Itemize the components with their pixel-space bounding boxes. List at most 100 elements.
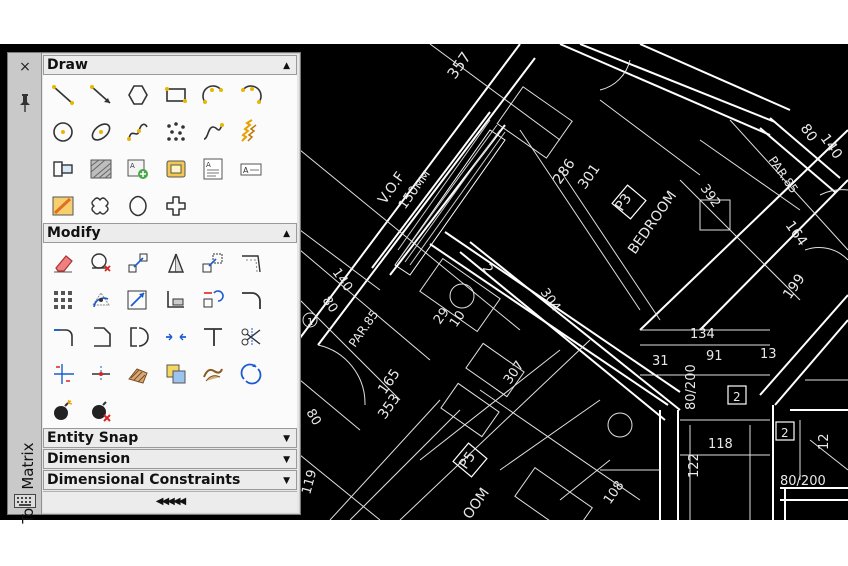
circle-tool-button[interactable] bbox=[47, 116, 79, 148]
block-edit-tool-button[interactable] bbox=[160, 153, 192, 185]
stretch-tool-button[interactable] bbox=[235, 247, 267, 279]
section-dimension-label: Dimension bbox=[47, 451, 131, 467]
collapse-palette-button[interactable]: ◀◀◀◀◀ bbox=[43, 491, 297, 512]
text-tool-button[interactable]: A bbox=[235, 153, 267, 185]
mirror-tool-button[interactable] bbox=[160, 247, 192, 279]
fillet-corner-tool-button[interactable] bbox=[47, 321, 79, 353]
donut-tool-button[interactable] bbox=[122, 190, 154, 222]
section-entity-snap-header[interactable]: Entity Snap ▼ bbox=[43, 428, 297, 448]
modify-tools-grid bbox=[43, 243, 297, 428]
ellipse-tool-button[interactable] bbox=[85, 116, 117, 148]
extend-icon bbox=[241, 328, 260, 346]
ray-tool-button[interactable] bbox=[85, 79, 117, 111]
rectangle-tool-button[interactable] bbox=[160, 79, 192, 111]
arc-tool-button[interactable] bbox=[197, 79, 229, 111]
section-dimension-header[interactable]: Dimension ▼ bbox=[43, 449, 297, 469]
arc-3point-tool-button[interactable] bbox=[235, 79, 267, 111]
dimension-label: 80 bbox=[319, 294, 341, 316]
scale-tool-button[interactable] bbox=[197, 247, 229, 279]
gradient-icon bbox=[52, 196, 74, 216]
dimension-label: 12 bbox=[817, 433, 832, 450]
move-tool-button[interactable] bbox=[122, 247, 154, 279]
ellipse-icon bbox=[91, 123, 110, 141]
wipeout-icon bbox=[165, 196, 186, 216]
break-icon bbox=[203, 290, 224, 308]
helix-tool-button[interactable] bbox=[235, 116, 267, 148]
wipeout-tool-button[interactable] bbox=[160, 190, 192, 222]
section-dimensional-constraints-header[interactable]: Dimensional Constraints ▼ bbox=[43, 470, 297, 490]
revision-cloud-tool-button[interactable] bbox=[85, 190, 117, 222]
room-number: P5 bbox=[456, 449, 479, 472]
reverse-tool-button[interactable] bbox=[235, 358, 267, 390]
arc-icon bbox=[202, 85, 223, 104]
svg-text:A: A bbox=[130, 162, 135, 170]
close-icon[interactable]: × bbox=[17, 59, 33, 75]
chamfer-tool-button[interactable] bbox=[85, 321, 117, 353]
gradient-tool-button[interactable] bbox=[47, 190, 79, 222]
bomb-delete-tool-button[interactable] bbox=[85, 395, 117, 427]
array-tool-button[interactable] bbox=[47, 284, 79, 316]
join-tool-button[interactable] bbox=[122, 321, 154, 353]
join-points-tool-button[interactable] bbox=[160, 321, 192, 353]
circle-icon bbox=[53, 122, 73, 142]
point-cloud-tool-button[interactable] bbox=[160, 116, 192, 148]
explode-tool-button[interactable] bbox=[47, 358, 79, 390]
align-tool-button[interactable] bbox=[122, 284, 154, 316]
expand-down-icon: ▼ bbox=[283, 455, 290, 465]
align-icon bbox=[127, 290, 147, 310]
bomb-explode-tool-button[interactable] bbox=[47, 395, 79, 427]
polyline-curve-tool-button[interactable] bbox=[197, 116, 229, 148]
helix-icon bbox=[240, 119, 256, 142]
spline-tool-button[interactable] bbox=[122, 116, 154, 148]
pedit-tool-button[interactable] bbox=[197, 358, 229, 390]
dimension-label: 80/200 bbox=[684, 364, 699, 410]
dimension-label: 80 bbox=[797, 121, 820, 145]
room-number: P3 bbox=[612, 191, 635, 214]
dimension-label: 134 bbox=[690, 327, 715, 342]
palette-titlebar[interactable]: × Tool Matrix bbox=[8, 53, 42, 524]
image-insert-tool-button[interactable]: A bbox=[122, 153, 154, 185]
lengthen-icon bbox=[166, 291, 184, 308]
polygon-tool-button[interactable] bbox=[122, 79, 154, 111]
extend-tool-button[interactable] bbox=[235, 321, 267, 353]
bomb-explode-icon bbox=[54, 399, 73, 420]
dimension-label: 108 bbox=[601, 478, 628, 507]
section-draw-header[interactable]: Draw ▲ bbox=[43, 55, 297, 75]
trim-tool-button[interactable] bbox=[197, 321, 229, 353]
room-name: OOM bbox=[460, 485, 493, 520]
dimension-label: 392 bbox=[697, 182, 724, 211]
break-at-point-icon bbox=[91, 366, 110, 382]
reverse-icon bbox=[240, 363, 261, 385]
draworder-tool-button[interactable] bbox=[160, 358, 192, 390]
block-insert-tool-button[interactable] bbox=[47, 153, 79, 185]
keyboard-icon[interactable] bbox=[14, 493, 36, 508]
fillet-tool-button[interactable] bbox=[235, 284, 267, 316]
hatch-edit-tool-button[interactable] bbox=[122, 358, 154, 390]
erase-tool-button[interactable] bbox=[47, 247, 79, 279]
mirror-icon bbox=[167, 253, 184, 273]
break-tool-button[interactable] bbox=[197, 284, 229, 316]
section-modify-header[interactable]: Modify ▲ bbox=[43, 223, 297, 243]
explode-icon bbox=[54, 364, 74, 384]
hatch-edit-icon bbox=[128, 368, 148, 384]
break-at-point-tool-button[interactable] bbox=[85, 358, 117, 390]
pin-icon[interactable] bbox=[18, 93, 32, 113]
screen: 357 V.O.F 150мм 286 301 P3 BEDROOM 392 8… bbox=[0, 0, 848, 566]
polyline-curve-icon bbox=[203, 123, 224, 140]
dimension-label: 301 bbox=[575, 161, 603, 192]
lengthen-tool-button[interactable] bbox=[160, 284, 192, 316]
join-icon bbox=[130, 327, 149, 347]
copy-tool-button[interactable] bbox=[85, 247, 117, 279]
rotate-tool-button[interactable] bbox=[85, 284, 117, 316]
trim-icon bbox=[204, 328, 222, 346]
line-tool-button[interactable] bbox=[47, 79, 79, 111]
mtext-tool-button[interactable]: A bbox=[197, 153, 229, 185]
fillet-icon bbox=[241, 292, 261, 309]
palette-content: Draw ▲ A A A Modify ▲ Entity Snap ▼ Dimens… bbox=[42, 53, 300, 514]
dimension-label: 80/200 bbox=[780, 474, 826, 489]
point-cloud-icon bbox=[166, 122, 185, 141]
hatch-tool-button[interactable] bbox=[85, 153, 117, 185]
palette-title: Tool Matrix bbox=[19, 442, 37, 524]
dimension-label: 13 bbox=[760, 347, 777, 362]
fillet-corner-icon bbox=[54, 329, 73, 346]
